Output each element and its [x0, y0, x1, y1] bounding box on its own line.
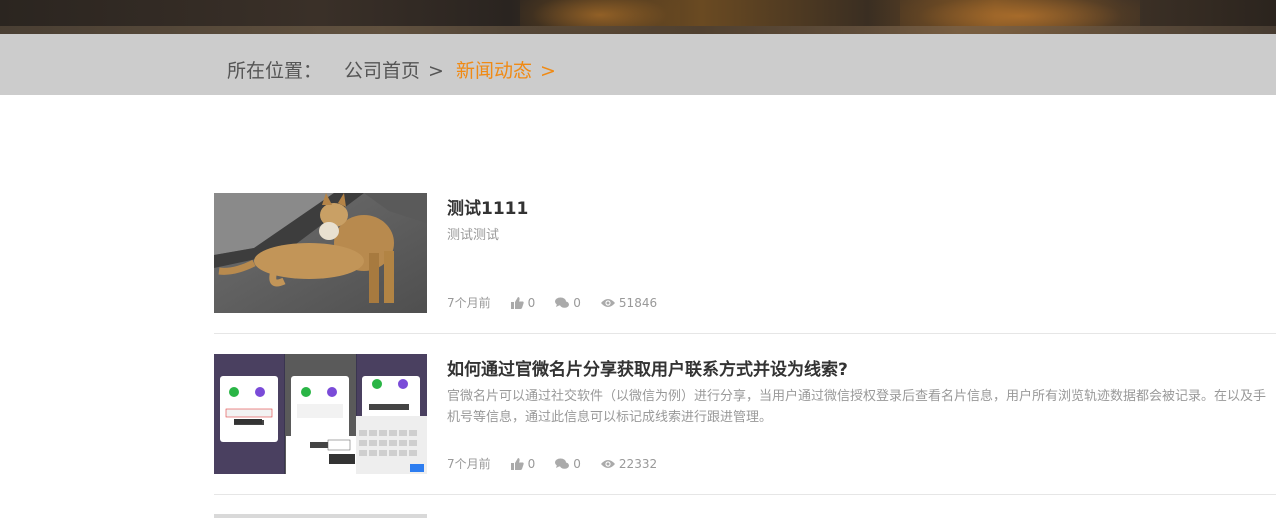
- comment-count-text: 0: [573, 295, 581, 310]
- eye-icon: [600, 459, 615, 468]
- breadcrumb-separator: >: [539, 60, 556, 82]
- breadcrumb-separator: >: [428, 60, 444, 82]
- comment-count-text: 0: [573, 456, 581, 471]
- hero-banner: [0, 0, 1276, 34]
- comments-icon: [555, 458, 570, 469]
- divider: [214, 494, 1276, 495]
- article-meta: 7个月前 0 0 22332: [447, 455, 677, 472]
- article-title[interactable]: 如何通过官微名片分享获取用户联系方式并设为线索?: [447, 355, 848, 380]
- thumbs-up-icon: [510, 296, 524, 309]
- eye-icon: [600, 298, 615, 307]
- like-count-text: 0: [527, 295, 536, 310]
- hero-shore: [0, 26, 1276, 34]
- breadcrumb-bar: 所在位置： 公司首页 > 新闻动态 >: [0, 34, 1276, 95]
- divider: [214, 333, 1276, 334]
- comments-icon: [555, 297, 570, 308]
- article-item: 测试1111 测试测试 7个月前 0 0 51846: [214, 193, 1276, 313]
- article-time: 7个月前: [447, 455, 491, 472]
- like-count-text: 0: [527, 456, 536, 471]
- breadcrumb: 所在位置： 公司首页 > 新闻动态 >: [227, 56, 556, 83]
- time-text: 7个月前: [447, 457, 491, 471]
- app-screenshots-icon: [214, 354, 427, 474]
- article-description: 测试测试: [447, 228, 500, 243]
- dog-photo-icon: [214, 193, 427, 313]
- article-item: 如何通过官微名片分享获取用户联系方式并设为线索? 官微名片可以通过社交软件（以微…: [214, 354, 1276, 474]
- comment-count[interactable]: 0: [555, 457, 581, 471]
- breadcrumb-home-link[interactable]: 公司首页: [344, 56, 420, 83]
- article-title[interactable]: 测试1111: [447, 194, 528, 219]
- like-count[interactable]: 0: [510, 295, 536, 310]
- thumbs-up-icon: [510, 457, 524, 470]
- view-count-text: 22332: [618, 456, 658, 471]
- view-count-text: 51846: [618, 295, 658, 310]
- article-time: 7个月前: [447, 294, 491, 311]
- next-article-thumbnail[interactable]: [214, 514, 427, 518]
- comment-count[interactable]: 0: [555, 296, 581, 310]
- breadcrumb-label: 所在位置：: [227, 60, 323, 82]
- view-count: 22332: [600, 456, 658, 471]
- article-thumbnail[interactable]: [214, 193, 427, 313]
- view-count: 51846: [600, 295, 658, 310]
- time-text: 7个月前: [447, 296, 491, 310]
- article-meta: 7个月前 0 0 51846: [447, 294, 677, 311]
- article-thumbnail[interactable]: [214, 354, 427, 474]
- like-count[interactable]: 0: [510, 456, 536, 471]
- article-description: 官微名片可以通过社交软件（以微信为例）进行分享，当用户通过微信授权登录后查看名片…: [447, 389, 1267, 425]
- breadcrumb-current-link[interactable]: 新闻动态: [456, 56, 532, 83]
